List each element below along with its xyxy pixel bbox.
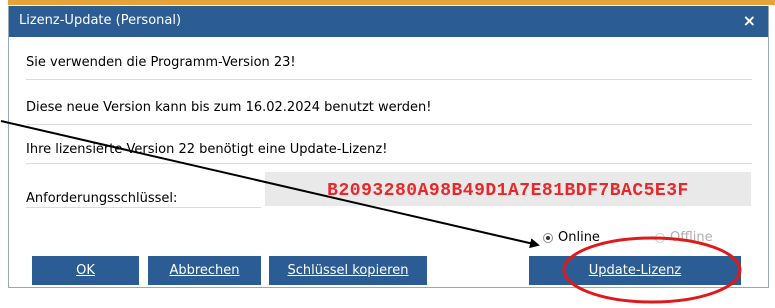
annotation-overlay	[0, 120, 742, 304]
annotation-arrow	[0, 120, 540, 249]
annotation-circle	[562, 236, 742, 304]
